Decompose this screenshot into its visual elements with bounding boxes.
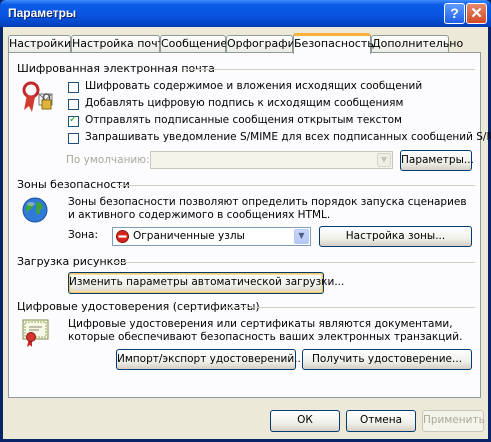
tab-settings[interactable]: Настройки [8,35,71,52]
get-digital-id-button[interactable]: Получить удостоверение... [302,349,472,370]
apply-button[interactable]: Применить [422,410,485,432]
zone-value: Ограниченные узлы [133,230,245,242]
group-divider [113,262,475,263]
help-button[interactable]: ? [444,3,465,24]
smime-receipt-checkbox[interactable] [68,133,79,144]
window-title: Параметры [8,6,77,20]
security-zones-description: Зоны безопасности позволяют определить п… [68,196,467,221]
sign-checkbox[interactable] [68,99,79,110]
restricted-zone-icon [116,230,129,246]
zone-label: Зона: [68,229,98,241]
encrypt-label[interactable]: Шифровать содержимое и вложения исходящи… [85,80,422,92]
ok-button[interactable]: ОК [270,410,340,432]
title-bar[interactable]: Параметры ? ✕ [0,0,491,27]
tab-advanced[interactable]: Дополнительно [371,35,463,52]
dialog-body: Настройки Настройка почты Сообщение Орфо… [3,27,491,439]
download-pictures-group-title: Загрузка рисунков [17,255,127,268]
globe-icon [21,196,49,227]
default-setting-select[interactable]: ▼ [150,151,393,169]
settings-button[interactable]: Параметры... [400,150,474,171]
group-divider [224,307,475,308]
encrypt-checkbox[interactable] [68,82,79,93]
clear-text-checkbox[interactable] [68,114,79,127]
chevron-down-icon: ▼ [294,229,309,244]
tab-mail-setup[interactable]: Настройка почты [71,35,173,52]
group-divider [117,185,475,186]
zone-settings-button[interactable]: Настройка зоны... [319,226,472,247]
digital-ids-description: Цифровые удостоверения или сертификаты я… [68,318,463,343]
change-download-settings-button[interactable]: Изменить параметры автоматической загруз… [68,272,344,294]
close-button[interactable]: ✕ [466,3,487,24]
security-tab-panel: Шифрованная электронная почта Шифровать … [8,52,491,398]
tab-strip: Настройки Настройка почты Сообщение Орфо… [8,33,483,54]
import-export-button[interactable]: Импорт/экспорт удостоверений... [116,349,304,370]
lock-envelope-icon [21,80,55,117]
security-zones-group-title: Зоны безопасности [17,178,130,191]
tab-spelling[interactable]: Орфография [226,35,301,52]
tab-security[interactable]: Безопасность [293,33,374,54]
zone-select[interactable]: Ограниченные узлы ▼ [112,227,311,246]
cancel-button[interactable]: Отмена [346,410,416,432]
chevron-down-icon: ▼ [377,153,391,167]
clear-text-label[interactable]: Отправлять подписанные сообщения открыты… [85,114,402,126]
options-dialog: Параметры ? ✕ Настройки Настройка почты … [0,0,491,442]
sign-label[interactable]: Добавлять цифровую подпись к исходящим с… [85,97,403,109]
tab-message[interactable]: Сообщение [160,35,227,52]
default-setting-label: По умолчанию: [66,154,150,166]
smime-receipt-label[interactable]: Запрашивать уведомление S/MIME для всех … [85,131,491,143]
group-divider [185,69,475,70]
certificate-icon [21,318,51,351]
